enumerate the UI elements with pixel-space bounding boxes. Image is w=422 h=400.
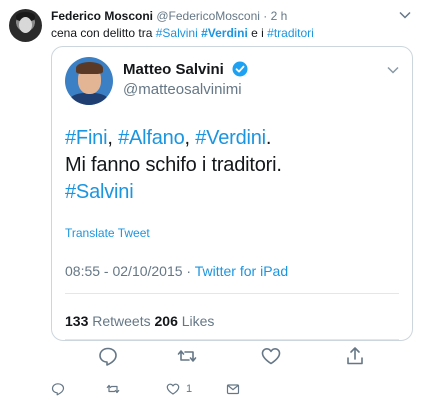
- chevron-down-icon[interactable]: [398, 8, 412, 22]
- tweet-text-mid: e i: [247, 26, 268, 40]
- tweet-time[interactable]: 2 h: [271, 9, 288, 23]
- tweet-text-prefix: cena con delitto tra: [51, 26, 156, 40]
- hashtag-alfano[interactable]: #Alfano: [118, 127, 185, 149]
- author-avatar[interactable]: [9, 9, 42, 42]
- hashtag-fini[interactable]: #Fini: [65, 127, 108, 149]
- hashtag-traditori[interactable]: #traditori: [267, 26, 314, 40]
- quoted-sep: ,: [184, 127, 196, 149]
- quoted-line-2: Mi fanno schifo i traditori.: [65, 154, 282, 176]
- tweet-header: Federico Mosconi @FedericoMosconi · 2 h: [51, 8, 287, 24]
- quoted-line-1: #Fini, #Alfano, #Verdini.: [65, 125, 282, 152]
- quoted-tweet-text: #Fini, #Alfano, #Verdini. Mi fanno schif…: [65, 125, 282, 206]
- tweet-card[interactable]: Federico Mosconi @FedericoMosconi · 2 h …: [0, 0, 422, 400]
- quoted-author-name[interactable]: Matteo Salvini: [123, 60, 248, 79]
- divider: [65, 339, 399, 340]
- author-name[interactable]: Federico Mosconi: [51, 9, 153, 23]
- likes-label: Likes: [177, 313, 215, 329]
- heart-icon[interactable]: [260, 345, 282, 367]
- quoted-time-date[interactable]: 08:55 - 02/10/2015 ·: [65, 263, 195, 279]
- share-icon[interactable]: [344, 345, 366, 367]
- retweet-icon[interactable]: [176, 345, 198, 367]
- retweet-button[interactable]: [106, 382, 120, 396]
- quoted-period: .: [265, 127, 272, 149]
- hashtag-verdini-quoted[interactable]: #Verdini: [195, 127, 266, 149]
- quoted-line-3: #Salvini: [65, 179, 282, 206]
- hashtag-verdini[interactable]: #Verdini: [201, 26, 248, 40]
- tweet-text: cena con delitto tra #Salvini #Verdini e…: [51, 25, 314, 41]
- reply-icon[interactable]: [97, 345, 119, 367]
- likes-count: 206: [154, 313, 178, 329]
- quoted-action-bar: [51, 345, 413, 371]
- author-handle[interactable]: @FedericoMosconi: [156, 9, 260, 23]
- like-count: 1: [186, 383, 193, 395]
- engagement-stats: 133 Retweets 206 Likes: [65, 313, 214, 329]
- hashtag-salvini[interactable]: #Salvini: [156, 26, 198, 40]
- quoted-author-avatar[interactable]: [65, 57, 113, 105]
- translate-tweet-link[interactable]: Translate Tweet: [65, 226, 150, 240]
- reply-button[interactable]: [51, 382, 65, 396]
- retweets-stat[interactable]: 133 Retweets: [65, 313, 155, 329]
- chevron-down-icon[interactable]: [386, 63, 400, 77]
- reply-icon: [51, 383, 65, 396]
- retweets-label: Retweets: [88, 313, 155, 329]
- like-button[interactable]: 1: [166, 382, 192, 396]
- retweets-count: 133: [65, 313, 89, 329]
- quoted-author-name-text: Matteo Salvini: [123, 61, 224, 78]
- retweet-icon: [106, 384, 120, 394]
- direct-message-button[interactable]: [226, 382, 240, 396]
- heart-icon: [166, 383, 180, 395]
- verified-badge-icon: [232, 61, 248, 77]
- quoted-tweet[interactable]: Matteo Salvini @matteosalvinimi #Fini, #…: [51, 46, 413, 341]
- tweet-action-bar: 1: [51, 382, 301, 396]
- quoted-timestamp: 08:55 - 02/10/2015 · Twitter for iPad: [65, 263, 288, 279]
- tweet-source[interactable]: Twitter for iPad: [195, 263, 288, 279]
- envelope-icon: [226, 384, 240, 395]
- quoted-sep: ,: [107, 127, 119, 149]
- hashtag-salvini-quoted[interactable]: #Salvini: [65, 181, 134, 203]
- header-separator: ·: [259, 9, 271, 23]
- likes-stat[interactable]: 206 Likes: [155, 313, 215, 329]
- divider: [65, 293, 399, 294]
- quoted-author-handle[interactable]: @matteosalvinimi: [123, 80, 242, 99]
